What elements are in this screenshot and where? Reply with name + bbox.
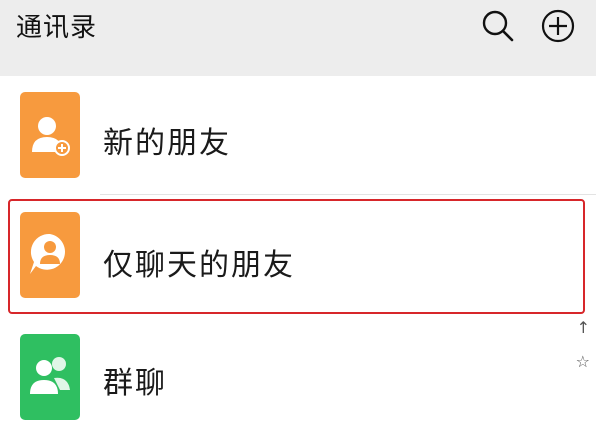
add-friend-icon bbox=[20, 92, 80, 178]
list-item-group-chats[interactable]: 群聊 bbox=[0, 320, 596, 438]
divider bbox=[100, 194, 596, 195]
plus-circle-icon bbox=[541, 9, 575, 43]
list-item-label: 新的朋友 bbox=[103, 126, 231, 161]
header-bar: 通讯录 bbox=[0, 0, 596, 76]
list-item-label: 群聊 bbox=[103, 366, 167, 401]
page-title: 通讯录 bbox=[16, 13, 98, 43]
list-item-label: 仅聊天的朋友 bbox=[103, 248, 295, 283]
list-item-chat-only-friends[interactable]: 仅聊天的朋友 bbox=[0, 198, 596, 316]
search-button[interactable] bbox=[478, 6, 518, 46]
index-arrow-up[interactable]: ↑ bbox=[577, 318, 590, 337]
list-item-new-friends[interactable]: 新的朋友 bbox=[0, 76, 596, 194]
chat-person-icon bbox=[20, 212, 80, 298]
index-star[interactable]: ☆ bbox=[576, 352, 590, 371]
search-icon bbox=[482, 10, 514, 42]
group-chat-icon bbox=[20, 334, 80, 420]
add-button[interactable] bbox=[538, 6, 578, 46]
